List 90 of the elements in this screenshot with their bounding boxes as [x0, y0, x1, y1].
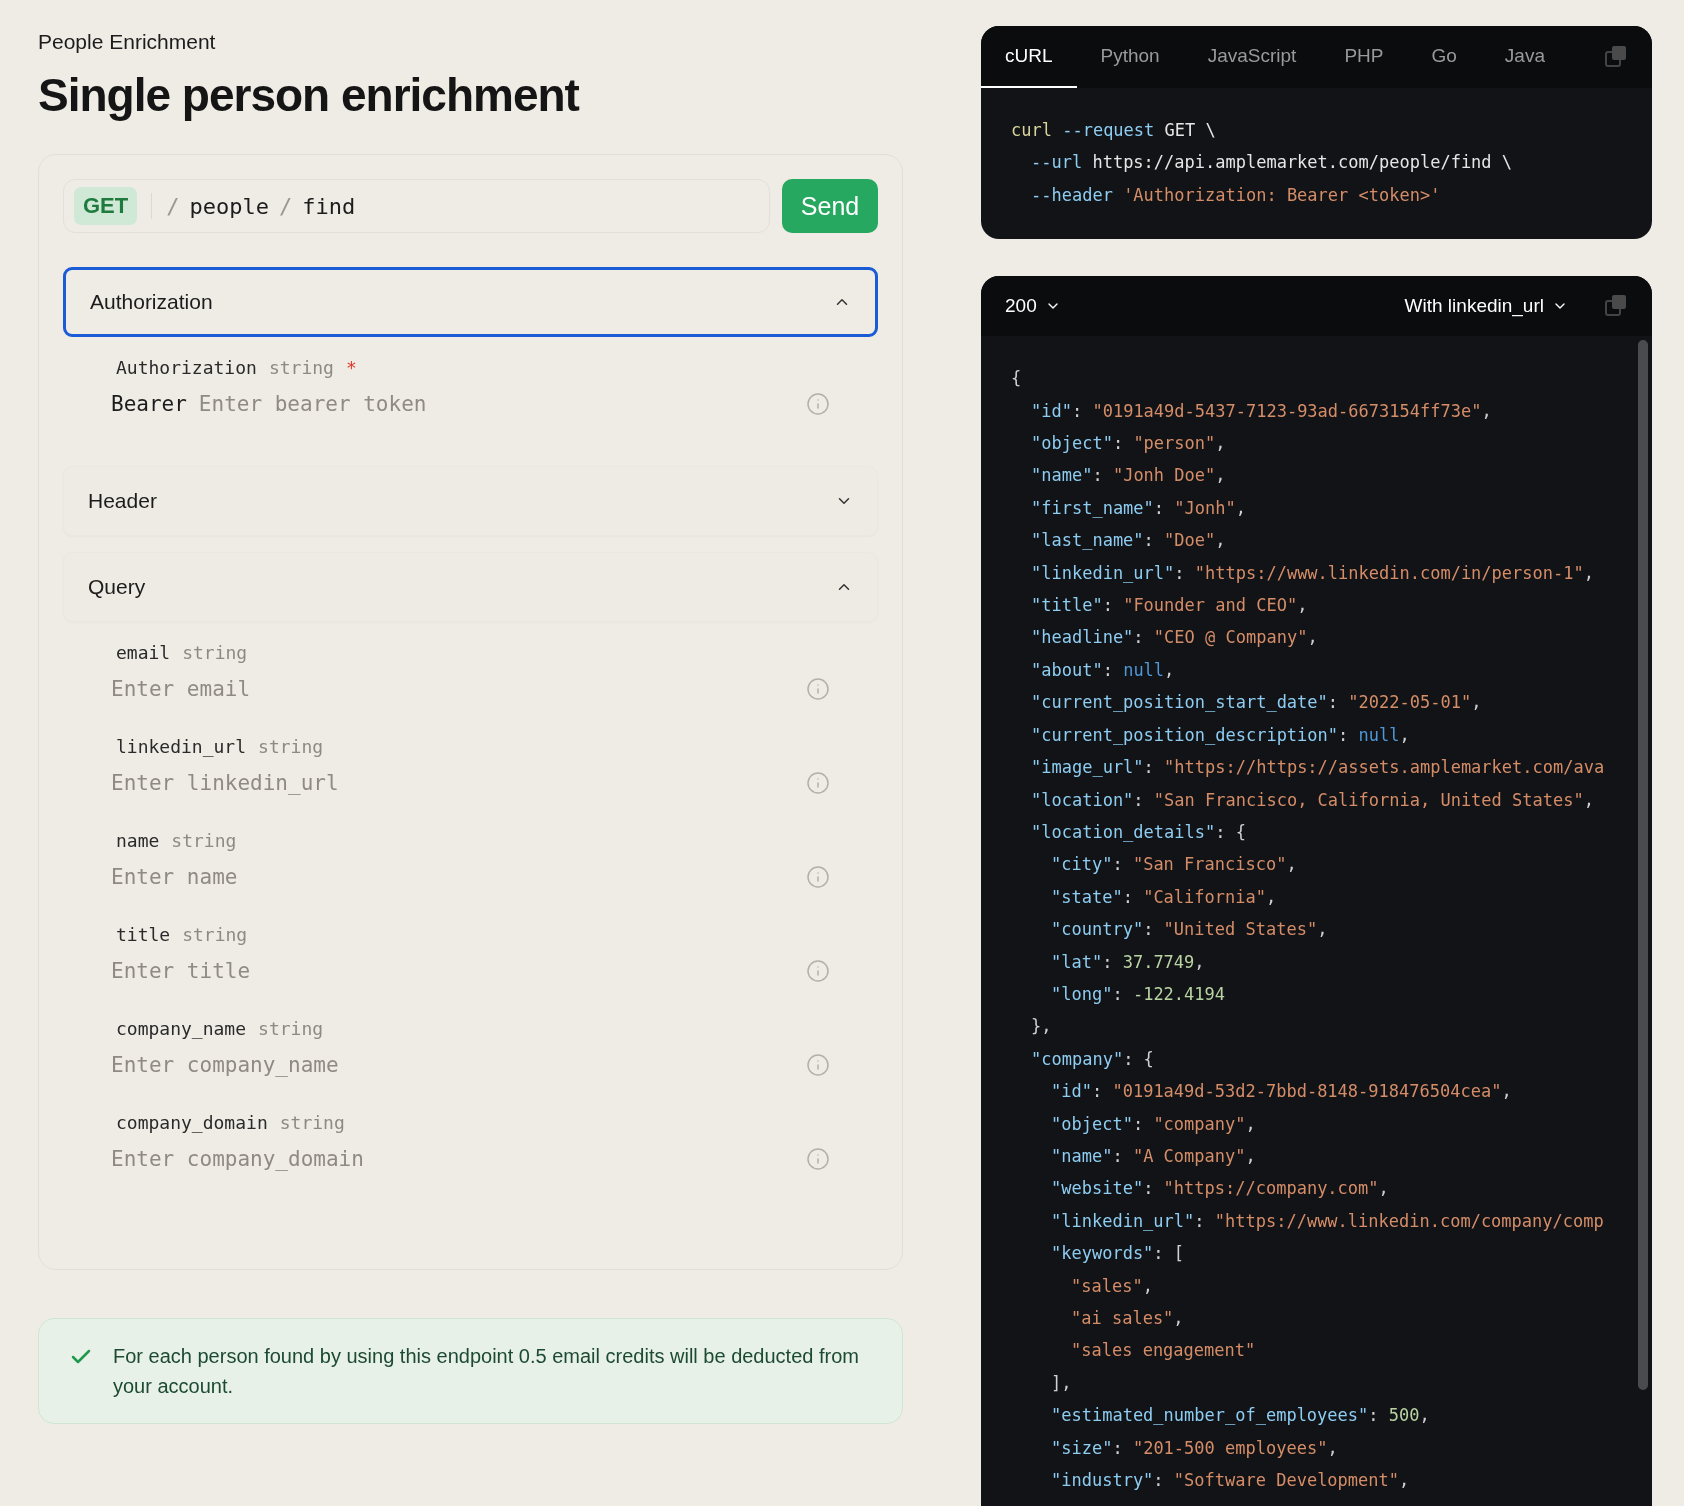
language-tab[interactable]: cURL	[981, 26, 1077, 88]
code-line: "current_position_start_date": "2022-05-01",	[1030, 691, 1483, 715]
code-line: "estimated_number_of_employees": 500,	[1050, 1404, 1431, 1428]
info-icon[interactable]	[806, 1147, 830, 1171]
status-dropdown[interactable]: 200	[1005, 295, 1061, 318]
code-line: curl --request GET \	[1011, 119, 1217, 142]
section-header[interactable]: Header	[63, 466, 878, 536]
code-line: "website": "https://company.com",	[1050, 1177, 1390, 1201]
required-mark: *	[345, 357, 357, 378]
code-line: --header 'Authorization: Bearer <token>'	[1030, 183, 1442, 207]
code-line: "industry": "Software Development",	[1050, 1469, 1411, 1493]
code-line: "linkedin_url": "https://www.linkedin.com/company/comp	[1050, 1209, 1605, 1233]
input-field[interactable]: Enter company_domain	[111, 1147, 794, 1171]
path-text: people	[189, 193, 269, 219]
field-type: string	[182, 924, 248, 945]
code-line: "about": null,	[1030, 658, 1176, 682]
breadcrumb: People Enrichment	[38, 30, 217, 54]
path-separator: /	[278, 193, 293, 219]
code-line: "country": "United States",	[1050, 918, 1329, 942]
field-type: string	[258, 736, 324, 757]
code-line: "sales",	[1070, 1274, 1154, 1298]
code-line: "location_details": {	[1030, 820, 1247, 844]
scrollbar-thumb[interactable]	[1638, 340, 1648, 1391]
path-text: find	[302, 193, 356, 219]
info-icon[interactable]	[806, 959, 830, 983]
page-title: Single person enrichment	[38, 68, 581, 122]
code-line: "company": {	[1030, 1047, 1155, 1071]
field-name: title	[116, 924, 171, 945]
language-tab[interactable]: Python	[1076, 26, 1184, 88]
code-line: ],	[1050, 1371, 1073, 1395]
input-field[interactable]: Enter company_name	[111, 1053, 794, 1077]
language-tab[interactable]: Java	[1480, 26, 1569, 88]
input-field[interactable]: Enter title	[111, 959, 794, 983]
code-line: "object": "person",	[1030, 432, 1227, 456]
code-line: "location": "San Francisco, California, United States",	[1030, 788, 1595, 812]
input-field[interactable]: Enter email	[111, 677, 794, 701]
field-name: email	[116, 642, 171, 663]
info-icon[interactable]	[806, 771, 830, 795]
code-line: "image_url": "https://https://assets.amplemarket.com/ava	[1030, 756, 1606, 780]
code-line: "city": "San Francisco",	[1050, 853, 1298, 877]
section-header[interactable]: Authorization	[63, 267, 878, 337]
notice-text: For each person found by using this endpoint 0.5 email credits will be deducted from your account.	[113, 1344, 860, 1399]
field-name: name	[116, 830, 160, 851]
code-line: "long": -122.4194	[1050, 982, 1227, 1006]
path-separator: /	[166, 193, 180, 219]
code-line: "linkedin_url": "https://www.linkedin.com/in/person-1",	[1030, 561, 1595, 585]
code-line: "keywords": [	[1050, 1242, 1186, 1266]
example-dropdown[interactable]: With linkedin_url	[1404, 295, 1568, 318]
code-line: "id": "0191a49d-53d2-7bbd-8148-918476504cea",	[1050, 1080, 1513, 1104]
language-tab[interactable]: Go	[1407, 26, 1481, 88]
field-name: company_name	[116, 1018, 247, 1039]
info-icon[interactable]	[806, 392, 830, 416]
field-name: company_domain	[116, 1112, 268, 1133]
code-line: "state": "California",	[1050, 885, 1278, 909]
code-line: "object": "company",	[1050, 1112, 1257, 1136]
code-line: "current_position_description": null,	[1030, 723, 1411, 747]
field-prefix: Bearer	[111, 392, 187, 416]
input-field[interactable]: Enter bearer token	[198, 392, 794, 416]
code-line: "name": "Jonh Doe",	[1030, 464, 1227, 488]
code-line: },	[1030, 1015, 1053, 1039]
code-line: "headline": "CEO @ Company",	[1030, 626, 1319, 650]
code-line: "lat": 37.7749,	[1050, 950, 1206, 974]
field-type: string	[182, 642, 248, 663]
field-type: string	[279, 1112, 345, 1133]
code-line: "last_name": "Doe",	[1030, 529, 1227, 553]
language-tab[interactable]: PHP	[1320, 26, 1408, 88]
code-line: "name": "A Company",	[1050, 1144, 1257, 1168]
code-line: "title": "Founder and CEO",	[1030, 594, 1309, 618]
section-header[interactable]: Query	[63, 552, 878, 622]
code-line: --url https://api.amplemarket.com/people/find \	[1030, 151, 1514, 175]
method-badge: GET	[74, 187, 138, 225]
code-line: "size": "201-500 employees",	[1050, 1436, 1339, 1460]
language-tab[interactable]: JavaScript	[1183, 26, 1321, 88]
field-name: linkedin_url	[116, 736, 247, 757]
field-type: string	[258, 1018, 324, 1039]
code-line: {	[1011, 367, 1023, 391]
field-name: Authorization	[116, 357, 257, 378]
copy-icon[interactable]	[1604, 45, 1628, 69]
code-line: "id": "0191a49d-5437-7123-93ad-6673154ff73e",	[1030, 399, 1493, 423]
code-line: "first_name": "Jonh",	[1030, 496, 1247, 520]
code-line: "sales engagement"	[1070, 1339, 1257, 1363]
input-field[interactable]: Enter name	[111, 865, 794, 889]
field-type: string	[171, 830, 237, 851]
info-icon[interactable]	[806, 865, 830, 889]
info-icon[interactable]	[806, 1053, 830, 1077]
input-field[interactable]: Enter linkedin_url	[111, 771, 794, 795]
info-icon[interactable]	[806, 677, 830, 701]
copy-icon[interactable]	[1604, 294, 1628, 319]
code-line: "ai sales",	[1070, 1307, 1185, 1330]
field-type: string	[268, 357, 334, 378]
